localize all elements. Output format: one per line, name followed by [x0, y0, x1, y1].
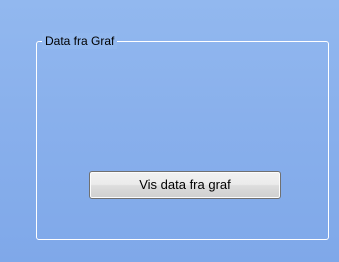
show-graph-data-button[interactable]: Vis data fra graf	[89, 171, 281, 199]
data-fra-graf-groupbox: Data fra Graf Vis data fra graf	[36, 33, 329, 240]
groupbox-title: Data fra Graf	[42, 33, 118, 49]
